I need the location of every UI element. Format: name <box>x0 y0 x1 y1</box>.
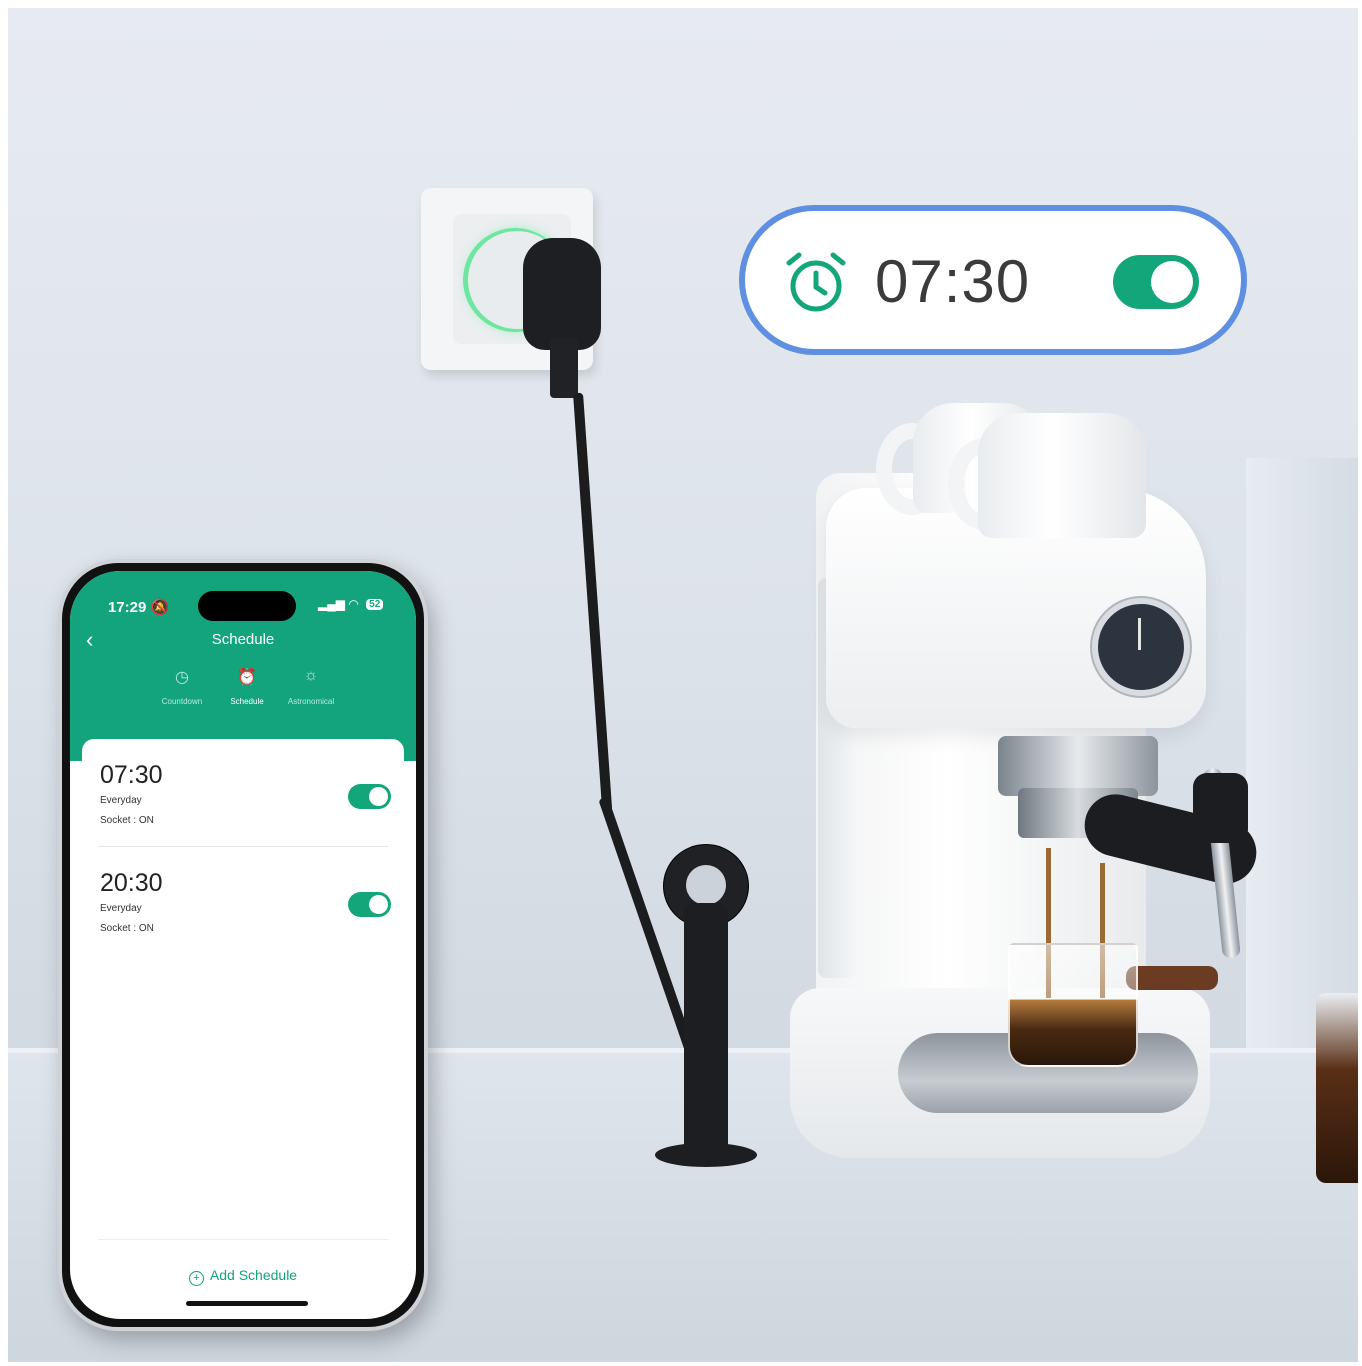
schedule-row[interactable]: 07:30 Everyday Socket : ON <box>82 739 404 847</box>
home-indicator <box>186 1301 308 1306</box>
signal-icon: ▂▄▆ <box>318 597 345 611</box>
alarm-clock-icon <box>786 252 846 312</box>
tab-astronomical[interactable]: ☼ Astronomical <box>271 667 351 706</box>
dynamic-island <box>198 591 296 621</box>
schedule-time: 20:30 <box>100 869 163 897</box>
toggle-knob <box>369 787 388 806</box>
schedule-list: 07:30 Everyday Socket : ON 20:30 Everyda… <box>82 739 404 1309</box>
app-header: 17:29 🔕 ▂▄▆ ◠ 52 ‹ Schedule ◷ Countdown … <box>70 571 416 761</box>
bell-off-icon: 🔕 <box>150 599 170 616</box>
toggle-knob <box>369 895 388 914</box>
sunrise-icon: ☼ <box>303 667 319 684</box>
divider <box>98 1239 388 1240</box>
coffee-glass <box>1316 993 1358 1183</box>
pill-time: 07:30 <box>875 248 1031 315</box>
schedule-repeat: Everyday <box>100 795 142 806</box>
status-time: 17:29 🔕 <box>108 598 169 616</box>
schedule-toggle[interactable] <box>348 784 391 809</box>
toggle-knob <box>1151 261 1193 303</box>
cup <box>978 413 1146 538</box>
glass-handle <box>1126 966 1218 990</box>
pill-toggle[interactable] <box>1113 255 1199 309</box>
tamper-base <box>655 1143 757 1167</box>
steam-knob <box>1193 773 1248 843</box>
battery-icon: 52 <box>366 599 384 611</box>
status-time-text: 17:29 <box>108 599 147 616</box>
schedule-action: Socket : ON <box>100 815 154 826</box>
schedule-repeat: Everyday <box>100 903 142 914</box>
page-title: Schedule <box>211 631 275 648</box>
status-indicators: ▂▄▆ ◠ 52 <box>318 597 384 611</box>
power-cable-lower <box>598 796 696 1055</box>
schedule-row[interactable]: 20:30 Everyday Socket : ON <box>82 847 404 955</box>
group-head <box>998 736 1158 796</box>
phone-screen: 17:29 🔕 ▂▄▆ ◠ 52 ‹ Schedule ◷ Countdown … <box>70 571 416 1319</box>
schedule-time-pill: 07:30 <box>739 205 1247 355</box>
smartphone: 17:29 🔕 ▂▄▆ ◠ 52 ‹ Schedule ◷ Countdown … <box>58 559 428 1331</box>
pressure-gauge <box>1092 598 1190 696</box>
power-cable <box>573 392 613 813</box>
schedule-action: Socket : ON <box>100 923 154 934</box>
wall-corner <box>1246 458 1358 1058</box>
espresso-glass <box>1008 943 1138 1067</box>
schedule-time: 07:30 <box>100 761 163 789</box>
tab-label: Astronomical <box>287 697 335 706</box>
plug-neck <box>550 338 578 398</box>
add-schedule-label: Add Schedule <box>209 1267 298 1283</box>
wifi-icon: ◠ <box>348 597 359 611</box>
schedule-toggle[interactable] <box>348 892 391 917</box>
add-schedule-button[interactable]: + Add Schedule <box>70 1267 416 1286</box>
tamper-stem <box>684 903 728 1158</box>
power-plug <box>523 238 601 350</box>
plus-circle-icon: + <box>188 1271 204 1286</box>
